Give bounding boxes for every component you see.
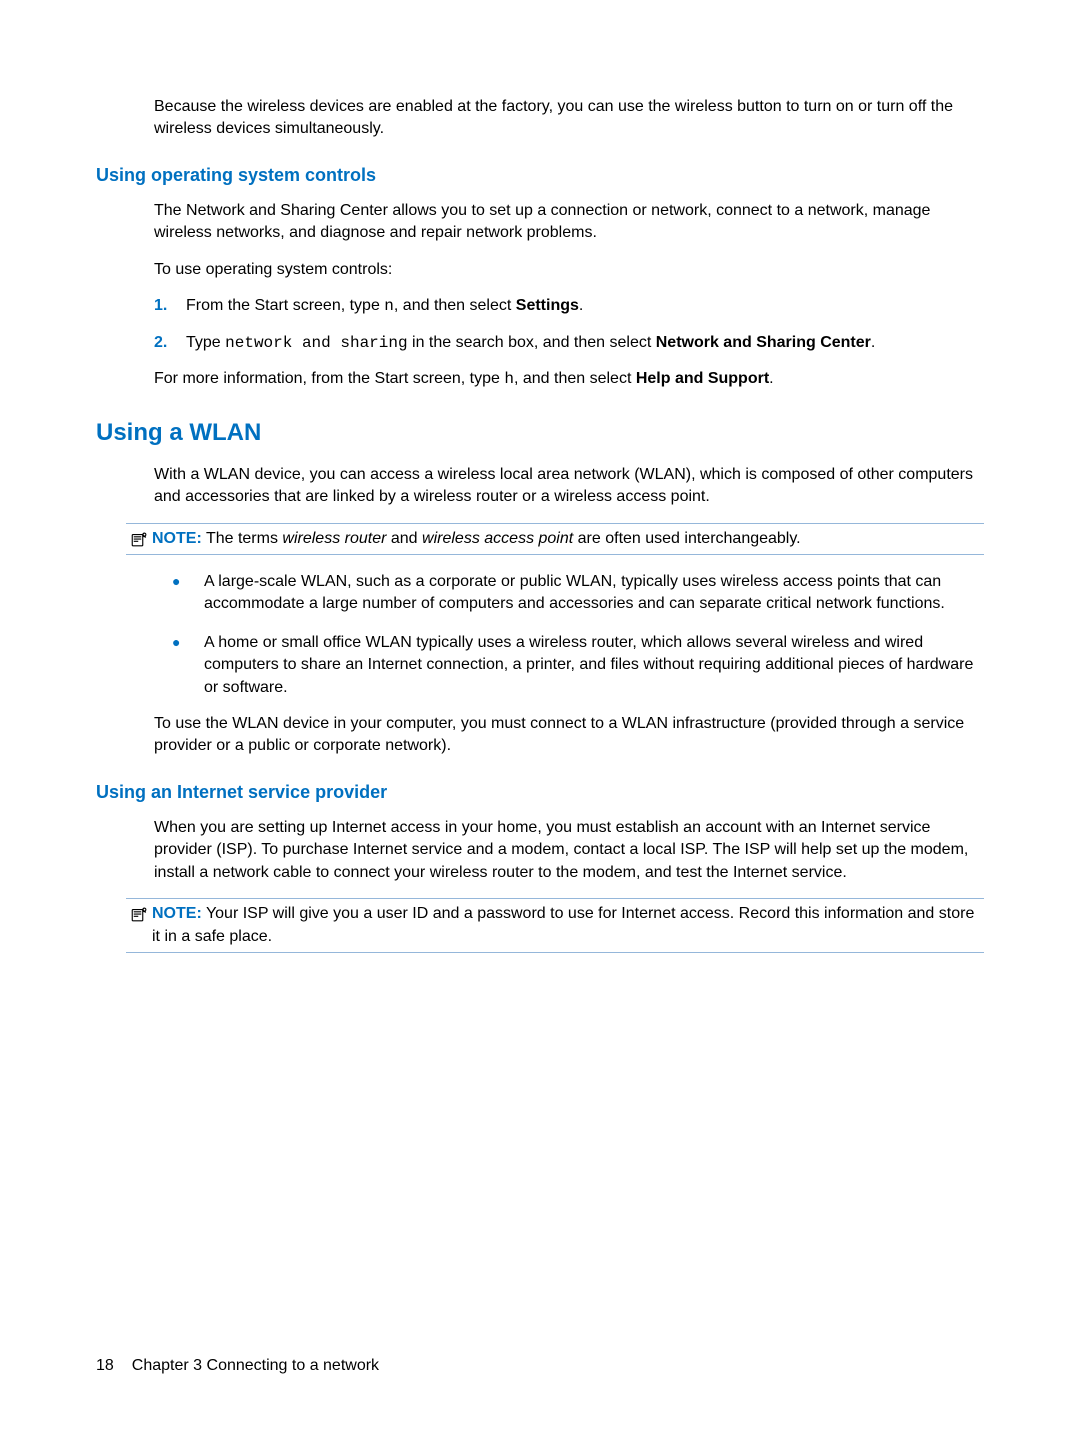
- sec2-bullet1: ● A large-scale WLAN, such as a corporat…: [166, 571, 984, 616]
- note-i2: wireless access point: [422, 530, 573, 547]
- step-body: Type network and sharing in the search b…: [186, 332, 984, 354]
- sec2-note-block: NOTE: The terms wireless router and wire…: [126, 523, 984, 555]
- chapter-label: Chapter 3 Connecting to a network: [132, 1357, 379, 1374]
- step2-pre: Type: [186, 334, 225, 351]
- intro-text: Because the wireless devices are enabled…: [154, 96, 984, 141]
- step1-post: .: [579, 297, 583, 314]
- bullet-icon: ●: [166, 571, 204, 592]
- sec1-para3-code: h: [504, 370, 514, 388]
- sec3-para1: When you are setting up Internet access …: [154, 817, 984, 884]
- bullet-icon: ●: [166, 632, 204, 653]
- note-label: NOTE:: [152, 905, 202, 922]
- note-icon: [126, 903, 152, 923]
- sec1-para3: For more information, from the Start scr…: [154, 368, 984, 390]
- sec1-para1: The Network and Sharing Center allows yo…: [154, 200, 984, 245]
- sec1-para3-bold: Help and Support: [636, 370, 769, 387]
- sec1-para3-mid: , and then select: [514, 370, 636, 387]
- sec2-bullets-wrap: ● A large-scale WLAN, such as a corporat…: [154, 571, 984, 758]
- step2-bold: Network and Sharing Center: [656, 334, 871, 351]
- step-body: From the Start screen, type n, and then …: [186, 295, 984, 317]
- step1-pre: From the Start screen, type: [186, 297, 384, 314]
- heading-using-os-controls: Using operating system controls: [96, 163, 984, 188]
- heading-using-a-wlan: Using a WLAN: [96, 416, 984, 450]
- step1-code: n: [384, 297, 394, 315]
- note-body: NOTE: Your ISP will give you a user ID a…: [152, 903, 984, 948]
- sec1-para3-post: .: [769, 370, 773, 387]
- page: Because the wireless devices are enabled…: [0, 0, 1080, 1437]
- step2-code: network and sharing: [225, 334, 407, 352]
- step1-bold: Settings: [516, 297, 579, 314]
- step2-mid: in the search box, and then select: [408, 334, 656, 351]
- sec3-note-text: Your ISP will give you a user ID and a p…: [152, 905, 974, 944]
- note-icon: [126, 528, 152, 548]
- sec1-para2: To use operating system controls:: [154, 259, 984, 281]
- note-label: NOTE:: [152, 530, 202, 547]
- note-mid: and: [386, 530, 422, 547]
- note-i1: wireless router: [282, 530, 386, 547]
- sec2-para1: With a WLAN device, you can access a wir…: [154, 464, 984, 509]
- step-number: 2.: [154, 332, 186, 354]
- heading-using-isp: Using an Internet service provider: [96, 780, 984, 805]
- sec2-para2: To use the WLAN device in your computer,…: [154, 713, 984, 758]
- footer: 18 Chapter 3 Connecting to a network: [96, 1355, 379, 1377]
- note-pre: The terms: [202, 530, 283, 547]
- sec2-bullets: ● A large-scale WLAN, such as a corporat…: [166, 571, 984, 699]
- sec3-note-block: NOTE: Your ISP will give you a user ID a…: [126, 898, 984, 953]
- note-post: are often used interchangeably.: [573, 530, 800, 547]
- page-number: 18: [96, 1357, 114, 1374]
- sec2-bullet2: ● A home or small office WLAN typically …: [166, 632, 984, 699]
- sec3-body: When you are setting up Internet access …: [154, 817, 984, 884]
- step1-mid: , and then select: [394, 297, 516, 314]
- sec2-bullet2-text: A home or small office WLAN typically us…: [204, 632, 984, 699]
- sec1-para3-pre: For more information, from the Start scr…: [154, 370, 504, 387]
- intro-paragraph: Because the wireless devices are enabled…: [154, 96, 984, 141]
- step2-post: .: [871, 334, 875, 351]
- sec2-body: With a WLAN device, you can access a wir…: [154, 464, 984, 509]
- sec1-steps: 1. From the Start screen, type n, and th…: [154, 295, 984, 354]
- sec2-bullet1-text: A large-scale WLAN, such as a corporate …: [204, 571, 984, 616]
- note-body: NOTE: The terms wireless router and wire…: [152, 528, 984, 550]
- sec1-body: The Network and Sharing Center allows yo…: [154, 200, 984, 390]
- sec1-step1: 1. From the Start screen, type n, and th…: [154, 295, 984, 317]
- step-number: 1.: [154, 295, 186, 317]
- sec1-step2: 2. Type network and sharing in the searc…: [154, 332, 984, 354]
